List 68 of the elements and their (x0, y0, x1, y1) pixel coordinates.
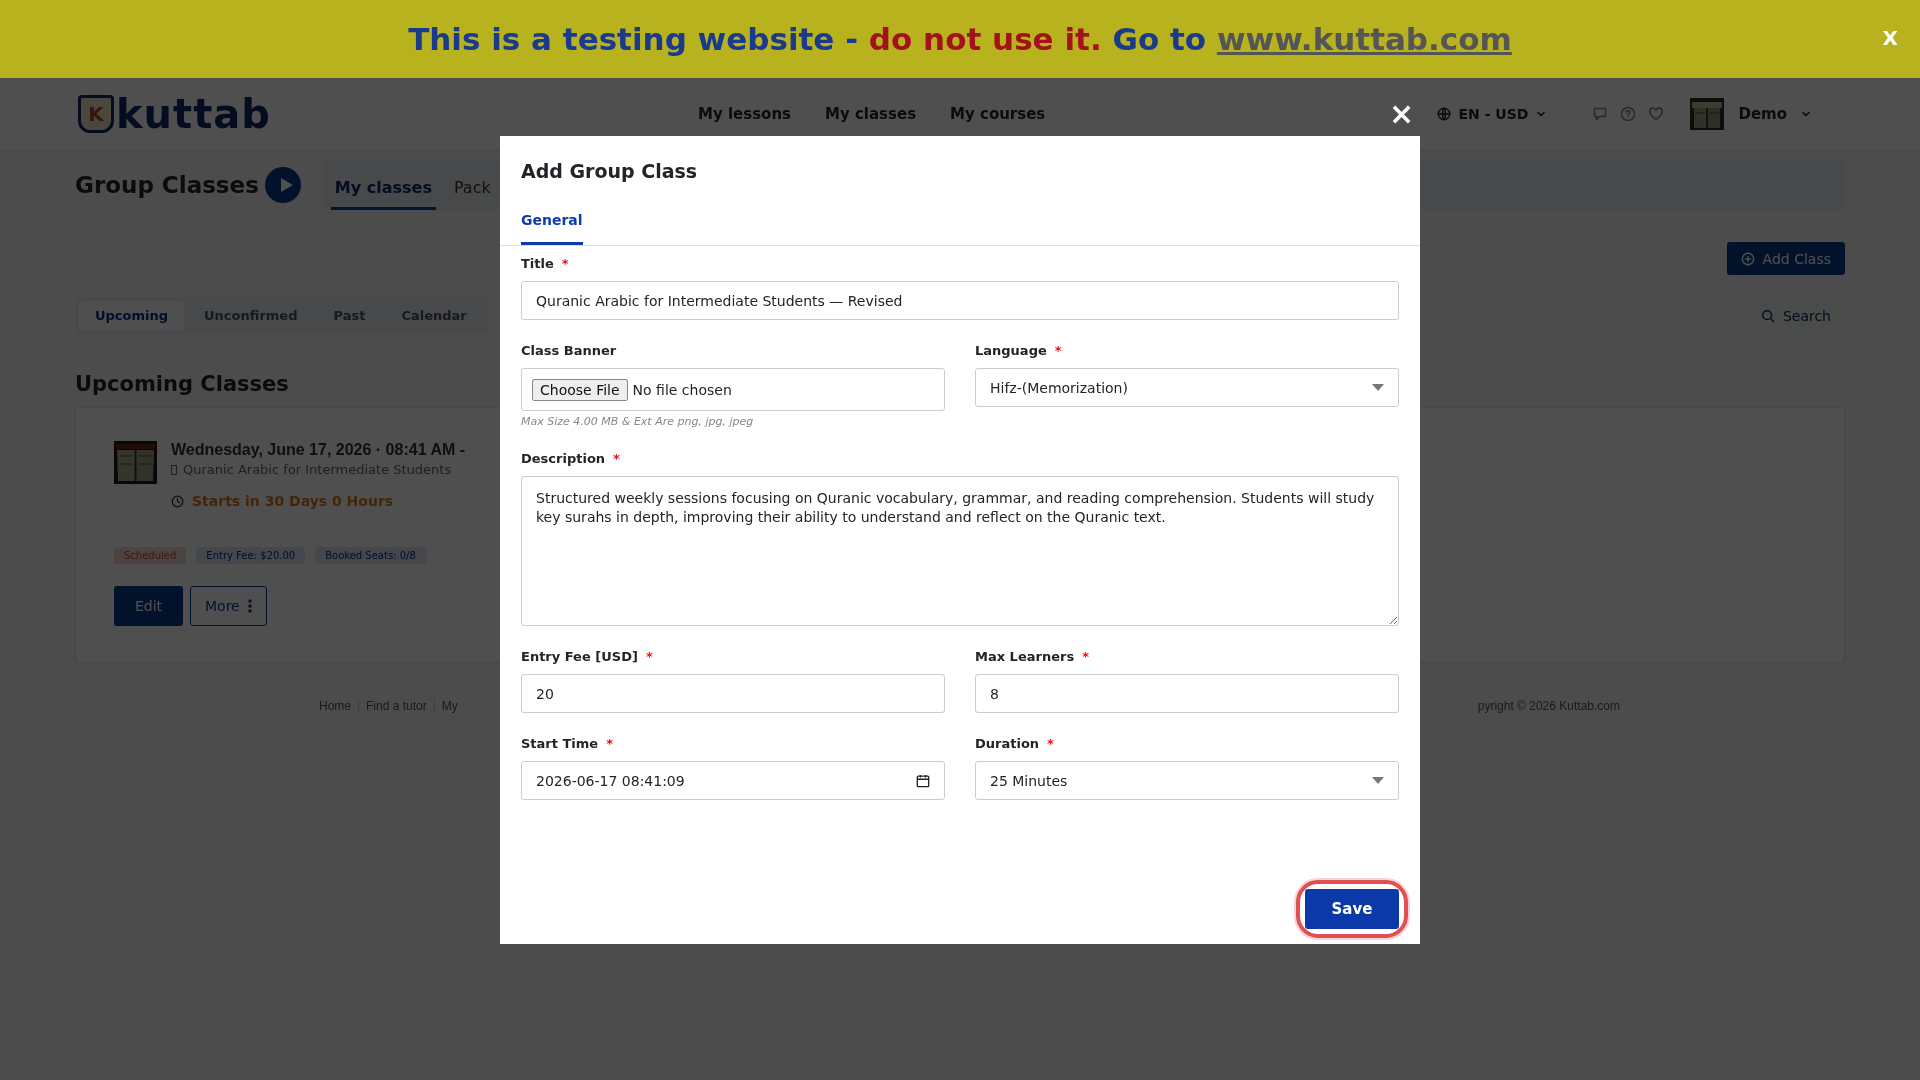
chat-button[interactable] (1592, 106, 1609, 122)
search-icon (1760, 308, 1775, 323)
tab[interactable]: Pack (449, 170, 495, 210)
dialog-title: Add Group Class (521, 160, 699, 182)
kebab-icon (247, 599, 252, 613)
tab[interactable]: General (521, 212, 583, 245)
nav-link[interactable]: My courses (950, 105, 1046, 123)
date-time-field[interactable]: 2026-06-17 08:41:09 (521, 761, 945, 800)
chevron-down-icon (1801, 109, 1811, 119)
language-selector[interactable]: EN - USD (1430, 105, 1553, 123)
help-button[interactable] (1620, 106, 1637, 122)
more-button[interactable]: More (190, 586, 267, 626)
logo: kuttab (116, 91, 271, 137)
close-button[interactable]: X (1878, 26, 1902, 50)
nav-link[interactable]: My classes (825, 105, 917, 123)
globe-icon (1436, 107, 1451, 121)
countdown: Starts in 30 Days 0 Hours (192, 493, 394, 509)
tab[interactable]: My classes (330, 170, 436, 210)
chevron-down-icon (1536, 109, 1547, 119)
info-badge: Booked Seats: 0/8 (315, 547, 426, 564)
help-icon (1620, 106, 1637, 122)
required-mark: * (561, 256, 569, 271)
nav-link[interactable]: My lessons (698, 105, 791, 123)
field-label: Description (521, 451, 606, 466)
dropdown[interactable]: 25 Minutes (975, 761, 1399, 800)
required-mark: * (1054, 343, 1062, 358)
field-label: Class Banner (521, 343, 617, 358)
field-label: Start Time (521, 736, 599, 751)
required-mark: * (1047, 736, 1054, 751)
chat-icon (1592, 106, 1609, 122)
info-badge: Entry Fee: $20.00 (196, 547, 306, 564)
field-label: Max Learners (975, 649, 1075, 664)
heart-icon (1648, 106, 1665, 122)
input-field[interactable]: 8 (975, 674, 1399, 713)
required-mark: * (613, 451, 620, 466)
website-link[interactable]: www.kuttab.com (1216, 21, 1512, 57)
required-mark: * (606, 736, 613, 751)
add-class-button[interactable]: Add Class (1726, 242, 1845, 275)
class-date: Wednesday, June 17, 2026 · 08:41 AM - (171, 441, 466, 459)
caret-icon (1372, 384, 1384, 391)
field-label: Language (975, 343, 1047, 358)
field-label: Duration (975, 736, 1040, 751)
input-field[interactable]: Quranic Arabic for Intermediate Students — Revised (521, 281, 1399, 320)
help-text: Max Size 4.00 MB & Ext Are png, jpg, jpeg (521, 415, 755, 428)
dropdown[interactable]: Hifz-(Memorization) (975, 368, 1399, 407)
help-video-icon (264, 167, 301, 203)
required-mark: * (1082, 649, 1089, 664)
required-mark: * (645, 649, 653, 664)
placeholder-glyph-icon (171, 464, 177, 475)
field-label: Entry Fee [USD] (521, 649, 638, 664)
section-title: Upcoming Classes (75, 372, 289, 396)
clock-icon (171, 494, 184, 508)
page-title: Group Classes (75, 172, 259, 198)
edit-button[interactable]: Edit (114, 586, 183, 626)
field-label: Title (521, 256, 554, 271)
filter-tab[interactable]: Upcoming (79, 301, 185, 330)
save-button[interactable]: Save (1305, 889, 1399, 929)
user-menu[interactable]: Demo (1684, 97, 1817, 131)
banner-message: This is a testing website - do not use it. Go to www.kuttab.com (408, 21, 1512, 57)
close-button[interactable]: × (1389, 101, 1415, 127)
choose-file-button[interactable]: Choose File (532, 378, 628, 401)
plus-circle-icon (1740, 251, 1755, 266)
heart-button[interactable] (1648, 106, 1665, 122)
file-field[interactable]: Choose File No file chosen (521, 368, 945, 411)
calendar-icon (916, 773, 930, 788)
text-area[interactable]: Structured weekly sessions focusing on Quranic vocabulary, grammar, and reading comprehension. Students will study key surahs in depth, improving their ability to understand and reflect on the Quranic text. (521, 476, 1399, 626)
caret-icon (1372, 777, 1384, 784)
input-field[interactable]: 20 (521, 674, 945, 713)
